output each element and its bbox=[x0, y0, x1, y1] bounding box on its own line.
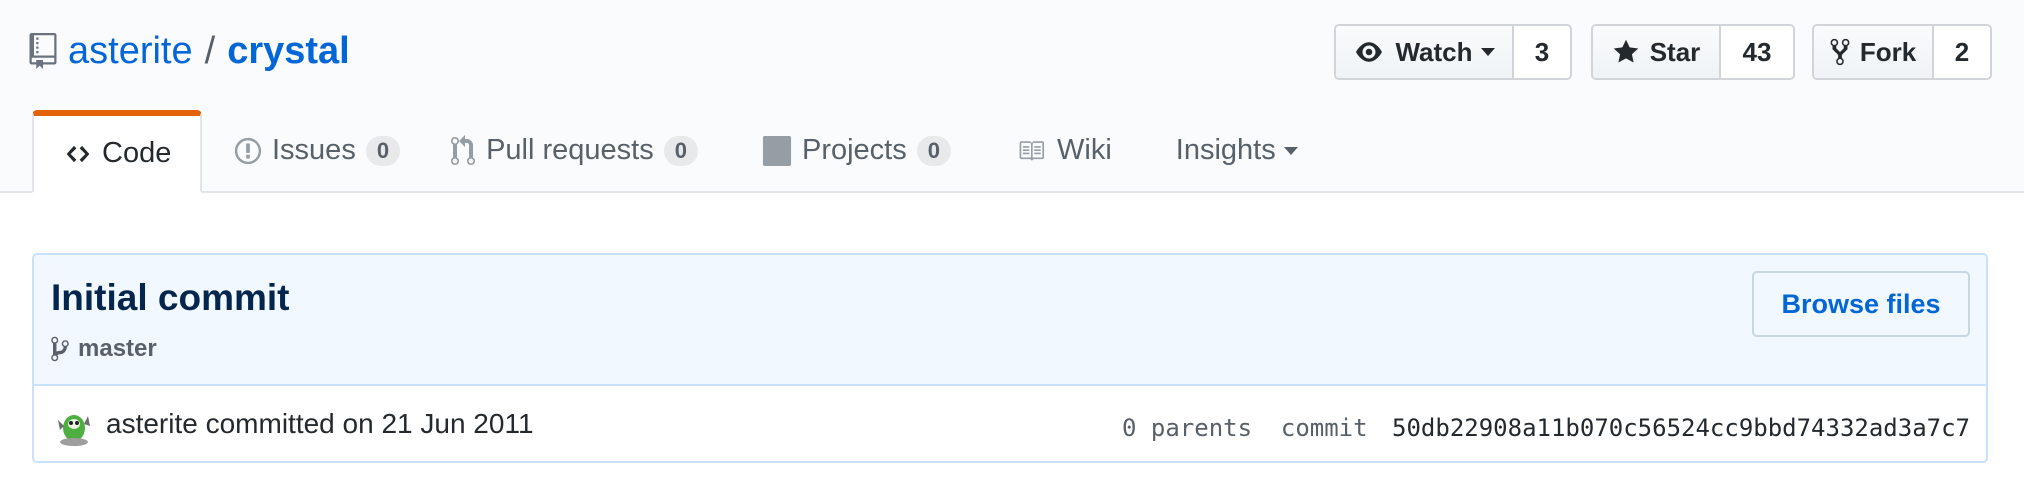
repo-nav: Code Issues 0 Pull requests 0 Projects 0 bbox=[32, 110, 1324, 193]
commit-author-link[interactable]: asterite bbox=[106, 408, 198, 439]
fork-group: Fork 2 bbox=[1812, 24, 1992, 80]
repo-icon bbox=[28, 33, 58, 69]
branch-name[interactable]: master bbox=[78, 335, 157, 363]
commit-author-line: asterite committed on 21 Jun 2011 bbox=[106, 408, 534, 440]
browse-files-button[interactable]: Browse files bbox=[1752, 271, 1970, 337]
tab-insights[interactable]: Insights bbox=[1138, 110, 1324, 191]
tab-code[interactable]: Code bbox=[32, 110, 202, 193]
commit-message: Initial commit bbox=[51, 277, 290, 318]
repo-header: asterite / crystal Watch 3 Star 43 Fork … bbox=[0, 0, 2024, 193]
commit-meta: asterite committed on 21 Jun 2011 0 pare… bbox=[34, 386, 1986, 461]
tab-pull-requests[interactable]: Pull requests 0 bbox=[426, 110, 724, 191]
watch-count[interactable]: 3 bbox=[1514, 26, 1570, 78]
repo-title: asterite / crystal bbox=[28, 26, 350, 76]
tab-code-label: Code bbox=[102, 137, 172, 169]
tab-insights-label: Insights bbox=[1175, 134, 1276, 166]
watch-label: Watch bbox=[1395, 36, 1473, 67]
commit-sha-block: commit 50db22908a11b070c56524cc9bbd74332… bbox=[1281, 414, 1970, 442]
commit-parents: 0 parents bbox=[1122, 414, 1253, 442]
code-icon bbox=[64, 141, 92, 167]
tab-issues-label: Issues bbox=[272, 134, 356, 166]
fork-label: Fork bbox=[1859, 36, 1917, 67]
chevron-down-icon bbox=[1480, 48, 1495, 56]
tab-projects[interactable]: Projects 0 bbox=[724, 110, 977, 191]
branch-icon bbox=[50, 335, 70, 363]
tab-wiki-label: Wiki bbox=[1057, 134, 1112, 166]
chevron-down-icon bbox=[1283, 146, 1298, 155]
fork-count[interactable]: 2 bbox=[1934, 26, 1990, 78]
tab-pull-requests-label: Pull requests bbox=[486, 134, 654, 166]
watch-group: Watch 3 bbox=[1334, 24, 1572, 80]
star-label: Star bbox=[1649, 36, 1701, 67]
commit-box: Initial commit master Browse files aster… bbox=[32, 253, 1988, 463]
star-icon bbox=[1612, 38, 1640, 66]
project-icon bbox=[762, 135, 792, 166]
star-button[interactable]: Star bbox=[1593, 26, 1721, 78]
avatar[interactable] bbox=[50, 406, 96, 448]
fork-icon bbox=[1830, 37, 1850, 67]
repo-name-link[interactable]: crystal bbox=[227, 30, 350, 73]
pull-requests-counter: 0 bbox=[663, 135, 698, 166]
commit-sha[interactable]: 50db22908a11b070c56524cc9bbd74332ad3a7c7 bbox=[1392, 414, 1970, 442]
commit-date-text: committed on 21 Jun 2011 bbox=[205, 408, 534, 439]
watch-button[interactable]: Watch bbox=[1336, 26, 1514, 78]
commit-branch: master bbox=[50, 335, 157, 363]
fork-button[interactable]: Fork bbox=[1814, 26, 1934, 78]
tab-wiki[interactable]: Wiki bbox=[977, 110, 1138, 191]
projects-counter: 0 bbox=[916, 135, 951, 166]
eye-icon bbox=[1353, 39, 1385, 65]
issues-counter: 0 bbox=[365, 135, 401, 166]
star-group: Star 43 bbox=[1591, 24, 1795, 80]
issue-icon bbox=[234, 136, 262, 166]
path-separator: / bbox=[204, 29, 216, 72]
tab-issues[interactable]: Issues 0 bbox=[202, 110, 426, 191]
tab-projects-label: Projects bbox=[801, 134, 907, 166]
pull-request-icon bbox=[450, 134, 476, 167]
commit-title-bar: Initial commit master Browse files bbox=[34, 255, 1986, 386]
star-count[interactable]: 43 bbox=[1721, 26, 1793, 78]
repo-owner-link[interactable]: asterite bbox=[68, 30, 193, 73]
book-icon bbox=[1015, 138, 1047, 164]
commit-label: commit bbox=[1280, 414, 1368, 442]
